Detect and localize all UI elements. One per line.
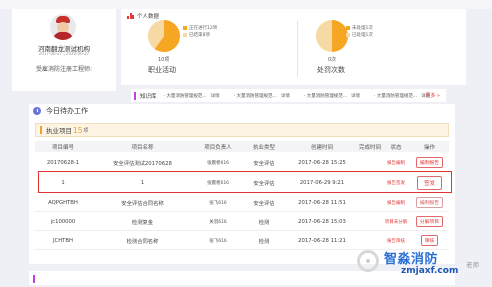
work-legend-item: 已结束8项 [183, 32, 217, 39]
punish-legend: 未处理1次 已处理1次 [346, 25, 373, 39]
col-header: 项目负责人 [204, 144, 232, 151]
bottom-marker [33, 275, 35, 283]
cell-name: 安全评估测试20170628 [113, 160, 172, 167]
watermark-title: 智淼消防 [384, 252, 439, 267]
engineer-label: 受雇消防注册工程师: [35, 66, 93, 73]
projects-bar[interactable]: 执业项目 15 项 [35, 123, 449, 137]
watermark: 智淼消防 zmjaxf.com 老师 [357, 245, 492, 287]
org-validity: 2017-06-27 | 2020-06-27 [38, 51, 90, 56]
avatar [50, 14, 76, 40]
work-caption: 职业活动 [148, 66, 176, 74]
today-title: 今日待办工作 [46, 107, 88, 115]
projects-unit: 项 [83, 127, 89, 134]
punish-count: 0次 [328, 57, 337, 63]
cell-status: 报告编制 [387, 160, 405, 166]
activity-card: 个人数据 10项 职业活动 正在进行12项 已结束8项 0次 处罚次数 未处理1… [121, 9, 466, 85]
work-legend: 正在进行12项 已结束8项 [183, 25, 217, 39]
work-legend-item: 正在进行12项 [183, 25, 217, 32]
top-strip [0, 0, 492, 9]
kb-title: 知识库 [140, 93, 157, 100]
projects-label: 执业项目 [46, 127, 72, 135]
cell-type: 安全评估 [253, 160, 275, 167]
punish-caption: 处罚次数 [317, 66, 345, 74]
cell-id: jc100000 [50, 218, 76, 225]
cell-done [358, 154, 382, 171]
cell-type: 检测 [258, 219, 270, 226]
clock-icon [33, 107, 41, 115]
body-shape [53, 32, 73, 40]
punish-legend-item: 未处理1次 [346, 25, 373, 32]
cell-name: 安全评估合同名称 [121, 200, 164, 207]
col-header: 完成时间 [358, 144, 381, 151]
col-header: 创建时间 [310, 144, 333, 151]
cell-action: 编制报告 [410, 154, 449, 171]
compile-report-button[interactable]: 编制报告 [415, 157, 444, 168]
kb-item[interactable]: · 大量消防管理规范... [164, 93, 207, 99]
kb-detail-link[interactable]: 详情 [351, 93, 360, 99]
cell-done [358, 213, 382, 230]
cell-type: 安全评估 [253, 200, 275, 207]
cell-lead: 张飞616 [209, 200, 227, 206]
cell-lead: 张震者616 [206, 160, 230, 166]
cell-type: 检测 [258, 238, 270, 245]
kb-item[interactable]: · 大量消防管理规范... [234, 93, 277, 99]
punish-pie-slice-done [315, 20, 332, 52]
compile-report-button[interactable]: 编制报告 [415, 197, 444, 208]
table-row[interactable]: 20170628-1 安全评估测试20170628 张震者616 安全评估 20… [35, 154, 449, 172]
watermark-side-text: 老师 [466, 261, 479, 269]
watermark-url: zmjaxf.com [401, 266, 459, 276]
col-header: 执业类型 [252, 144, 275, 151]
kb-marker [134, 91, 136, 100]
table-row[interactable]: jc100000 检测复金 关羽616 检测 2017-06-28 15:03 … [35, 213, 449, 231]
cell-lead: 张飞616 [209, 238, 227, 244]
table-header: 项目编号 项目名称 项目负责人 执业类型 创建时间 完成时间 状态 操作 [35, 141, 449, 152]
work-pie[interactable] [147, 19, 181, 53]
knowledge-strip: 知识库 · 大量消防管理规范... 详情 · 大量消防管理规范... 详情 · … [131, 89, 446, 102]
col-header: 状态 [390, 144, 402, 151]
selected-row-outline [38, 171, 452, 193]
col-header: 项目编号 [51, 144, 74, 151]
divider [297, 21, 298, 77]
cell-action: 编制报告 [410, 194, 449, 211]
cell-lead: 关羽616 [209, 219, 227, 225]
kb-item[interactable]: · 大量消防管理规范... [374, 93, 417, 99]
wechat-logo-icon [357, 250, 379, 272]
split-project-button[interactable]: 分解项目 [415, 216, 444, 227]
cell-created: 2017-06-28 15:03 [298, 218, 346, 225]
cell-created: 2017-06-28 11:51 [298, 199, 346, 206]
cell-name: 检测合同名称 [126, 238, 159, 245]
punish-legend-item: 已处理1次 [346, 32, 373, 39]
kb-more-link[interactable]: 更多 » [425, 92, 440, 99]
table-row[interactable]: AQPGHTBH 安全评估合同名称 张飞616 安全评估 2017-06-28 … [35, 194, 449, 212]
cell-id: 20170628-1 [46, 159, 80, 166]
cell-status: 报告编制 [387, 200, 405, 206]
cell-name: 检测复金 [131, 219, 154, 226]
kb-item[interactable]: · 大量消防管理规范... [304, 93, 347, 99]
cell-done [358, 194, 382, 211]
cell-id: JCHTBH [52, 237, 74, 244]
cell-id: AQPGHTBH [48, 199, 78, 206]
profile-card: 河南翻龙测试机构 2017-06-27 | 2020-06-27 受雇消防注册工… [12, 9, 116, 91]
projects-count: 15 [73, 125, 83, 135]
work-count: 10项 [158, 57, 170, 63]
col-header: 项目名称 [131, 144, 154, 151]
cell-created: 2017-06-28 15:25 [298, 159, 346, 166]
kb-detail-link[interactable]: 详情 [211, 93, 220, 99]
cell-status: 项目未分解 [384, 219, 408, 225]
projects-marker [40, 126, 42, 134]
punish-pie[interactable] [315, 19, 349, 53]
kb-detail-link[interactable]: 详情 [281, 93, 290, 99]
cell-created: 2017-06-28 11:21 [298, 237, 346, 244]
bar-chart-icon [127, 13, 134, 19]
col-header: 操作 [423, 144, 435, 151]
today-header: 今日待办工作 [29, 104, 455, 118]
cell-action: 分解项目 [410, 213, 449, 230]
